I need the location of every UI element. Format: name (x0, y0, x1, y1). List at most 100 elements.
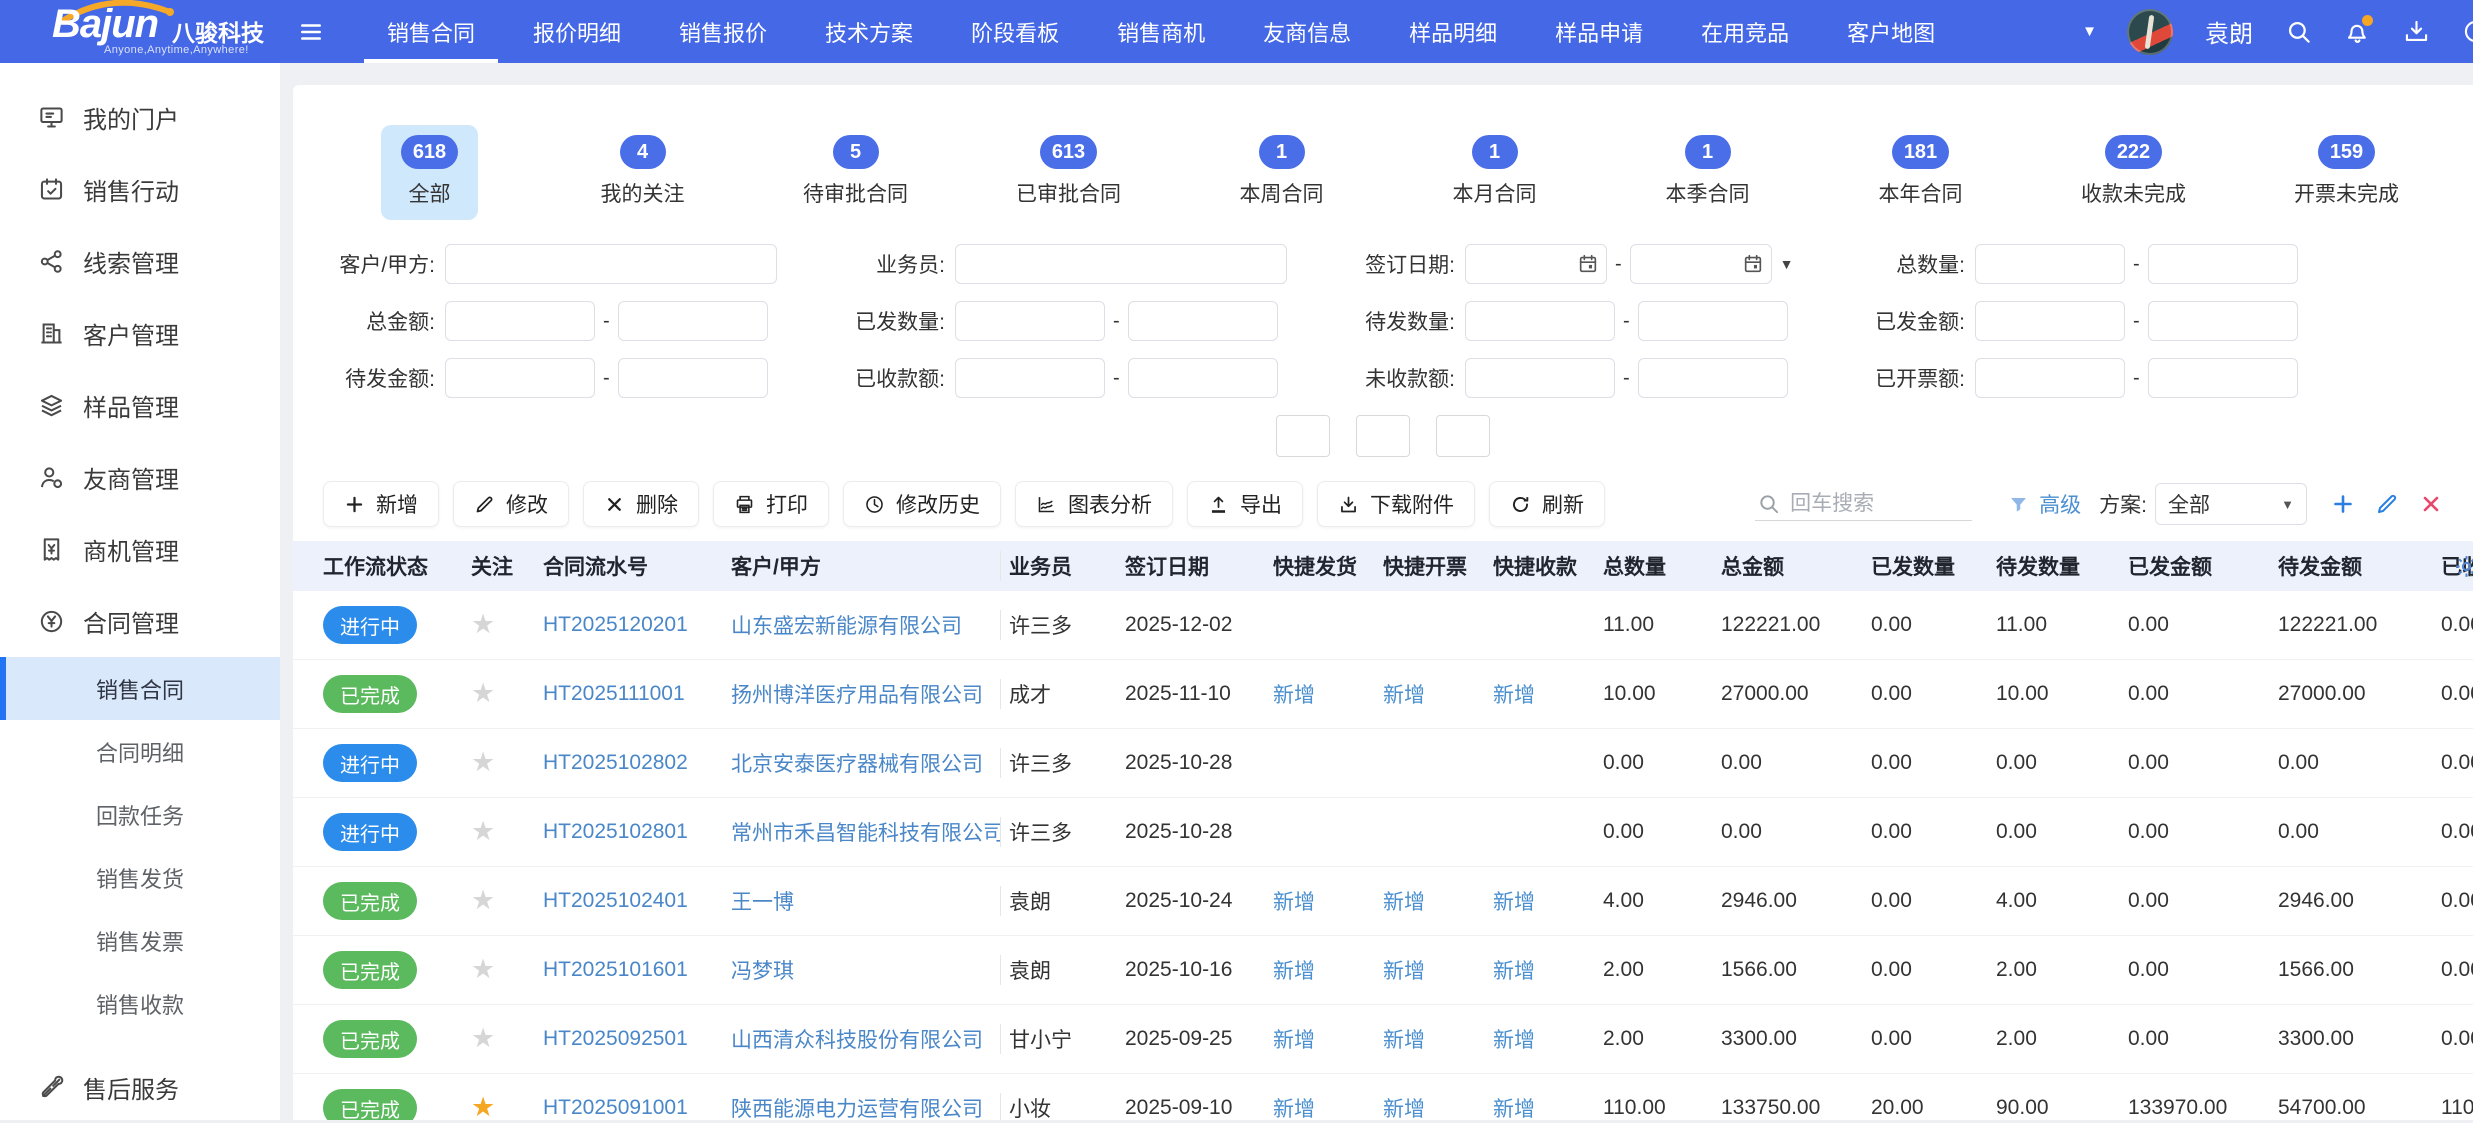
nav-item-阶段看板[interactable]: 阶段看板 (942, 0, 1088, 63)
nav-item-友商信息[interactable]: 友商信息 (1234, 0, 1380, 63)
sidebar-item-销售行动[interactable]: 销售行动 (0, 153, 280, 225)
filter-input[interactable] (1128, 358, 1278, 398)
filter-input[interactable] (1630, 244, 1772, 284)
help-icon[interactable] (2462, 18, 2473, 45)
quick-receipt-link[interactable]: 新增 (1493, 960, 1535, 983)
filter-input[interactable] (2148, 358, 2298, 398)
star-icon[interactable]: ★ (471, 749, 495, 777)
sidebar-item-销售发货[interactable]: 销售发货 (0, 846, 280, 909)
star-icon[interactable]: ★ (471, 1025, 495, 1053)
hamburger-menu-icon[interactable] (298, 19, 324, 45)
sidebar-item-线索管理[interactable]: 线索管理 (0, 225, 280, 297)
contract-link[interactable]: HT2025102401 (543, 889, 688, 912)
customer-link[interactable]: 北京安泰医疗器械有限公司 (731, 753, 983, 776)
sidebar-item-客户管理[interactable]: 客户管理 (0, 297, 280, 369)
quick-receipt-link[interactable]: 新增 (1493, 1098, 1535, 1120)
nav-item-样品申请[interactable]: 样品申请 (1526, 0, 1672, 63)
contract-link[interactable]: HT2025091001 (543, 1096, 688, 1119)
sidebar-item-销售发票[interactable]: 销售发票 (0, 909, 280, 972)
quick-receipt-link[interactable]: 新增 (1493, 684, 1535, 707)
nav-item-销售报价[interactable]: 销售报价 (650, 0, 796, 63)
filter-input[interactable] (445, 244, 777, 284)
customer-link[interactable]: 扬州博洋医疗用品有限公司 (731, 684, 983, 707)
nav-item-销售商机[interactable]: 销售商机 (1088, 0, 1234, 63)
filter-input[interactable] (1638, 301, 1788, 341)
filter-input[interactable] (445, 301, 595, 341)
sidebar-item-销售合同[interactable]: 销售合同 (0, 657, 280, 720)
filter-input[interactable] (955, 358, 1105, 398)
filter-funnel-icon[interactable] (2008, 494, 2029, 515)
table-row[interactable]: 已完成 ★ HT2025101601 冯梦琪 袁朗 2025-10-16 新增 … (293, 936, 2473, 1005)
download-center-icon[interactable] (2403, 18, 2430, 45)
date-preset-caret-icon[interactable]: ▼ (1780, 256, 1794, 272)
customer-link[interactable]: 山西清众科技股份有限公司 (731, 1029, 983, 1052)
stat-filter-我的关注[interactable]: 4 我的关注 (536, 125, 749, 220)
close-button[interactable]: 删除 (583, 481, 699, 527)
user-name[interactable]: 袁朗 (2205, 14, 2253, 49)
quick-receipt-link[interactable]: 新增 (1493, 891, 1535, 914)
filter-input[interactable] (445, 358, 595, 398)
quick-ship-link[interactable]: 新增 (1273, 1029, 1315, 1052)
filter-input[interactable] (618, 301, 768, 341)
nav-item-客户地图[interactable]: 客户地图 (1818, 0, 1964, 63)
table-row[interactable]: 进行中 ★ HT2025102802 北京安泰医疗器械有限公司 许三多 2025… (293, 729, 2473, 798)
table-row[interactable]: 已完成 ★ HT2025111001 扬州博洋医疗用品有限公司 成才 2025-… (293, 660, 2473, 729)
stat-filter-待审批合同[interactable]: 5 待审批合同 (749, 125, 962, 220)
sidebar-item-商机管理[interactable]: 商机管理 (0, 513, 280, 585)
查询-button[interactable] (1276, 415, 1330, 457)
contract-link[interactable]: HT2025102802 (543, 751, 688, 774)
sidebar-item-售后服务[interactable]: 售后服务 (0, 1051, 280, 1123)
stat-filter-收款未完成[interactable]: 222 收款未完成 (2027, 125, 2240, 220)
table-row[interactable]: 已完成 ★ HT2025102401 王一博 袁朗 2025-10-24 新增 … (293, 867, 2473, 936)
refresh-button[interactable]: 刷新 (1489, 481, 1605, 527)
customer-link[interactable]: 王一博 (731, 891, 794, 914)
star-icon[interactable]: ★ (471, 818, 495, 846)
sidebar-item-回款任务[interactable]: 回款任务 (0, 783, 280, 846)
filter-input[interactable] (618, 358, 768, 398)
filter-input[interactable] (1465, 301, 1615, 341)
edit-scheme-icon[interactable] (2375, 492, 2399, 516)
sidebar-item-合同管理[interactable]: 合同管理 (0, 585, 280, 657)
quick-invoice-link[interactable]: 新增 (1383, 1029, 1425, 1052)
quick-invoice-link[interactable]: 新增 (1383, 960, 1425, 983)
download-button[interactable]: 下载附件 (1317, 481, 1475, 527)
contract-link[interactable]: HT2025120201 (543, 613, 688, 636)
sidebar-item-我的门户[interactable]: 我的门户 (0, 81, 280, 153)
stat-filter-本月合同[interactable]: 1 本月合同 (1388, 125, 1601, 220)
pencil-button[interactable]: 修改 (453, 481, 569, 527)
user-avatar[interactable] (2127, 9, 2173, 55)
advanced-filter-link[interactable]: 高级 (2039, 489, 2081, 519)
sidebar-item-样品管理[interactable]: 样品管理 (0, 369, 280, 441)
customer-link[interactable]: 山东盛宏新能源有限公司 (731, 615, 962, 638)
customer-link[interactable]: 冯梦琪 (731, 960, 794, 983)
table-row[interactable]: 已完成 ★ HT2025091001 陕西能源电力运营有限公司 小妆 2025-… (293, 1074, 2473, 1120)
stat-filter-本年合同[interactable]: 181 本年合同 (1814, 125, 2027, 220)
stat-filter-全部[interactable]: 618 全部 (323, 125, 536, 220)
table-row[interactable]: 进行中 ★ HT2025120201 山东盛宏新能源有限公司 许三多 2025-… (293, 591, 2473, 660)
filter-input[interactable] (2148, 301, 2298, 341)
star-icon[interactable]: ★ (471, 1094, 495, 1120)
export-button[interactable]: 导出 (1187, 481, 1303, 527)
quick-ship-link[interactable]: 新增 (1273, 891, 1315, 914)
nav-item-样品明细[interactable]: 样品明细 (1380, 0, 1526, 63)
quick-receipt-link[interactable]: 新增 (1493, 1029, 1535, 1052)
filter-input[interactable] (2148, 244, 2298, 284)
search-icon[interactable] (2285, 18, 2312, 45)
contract-link[interactable]: HT2025092501 (543, 1027, 688, 1050)
filter-input[interactable] (1975, 301, 2125, 341)
quick-invoice-link[interactable]: 新增 (1383, 684, 1425, 707)
notification-bell-icon[interactable] (2344, 18, 2371, 45)
filter-input[interactable] (955, 301, 1105, 341)
filter-input[interactable] (1638, 358, 1788, 398)
quick-invoice-link[interactable]: 新增 (1383, 1098, 1425, 1120)
contract-link[interactable]: HT2025101601 (543, 958, 688, 981)
nav-item-在用竞品[interactable]: 在用竞品 (1672, 0, 1818, 63)
stat-filter-本周合同[interactable]: 1 本周合同 (1175, 125, 1388, 220)
quick-ship-link[interactable]: 新增 (1273, 684, 1315, 707)
scheme-select[interactable]: 全部 ▼ (2155, 483, 2307, 525)
star-icon[interactable]: ★ (471, 680, 495, 708)
contract-link[interactable]: HT2025102801 (543, 820, 688, 843)
filter-input[interactable] (1465, 358, 1615, 398)
add-scheme-icon[interactable] (2331, 492, 2355, 516)
sidebar-item-友商管理[interactable]: 友商管理 (0, 441, 280, 513)
